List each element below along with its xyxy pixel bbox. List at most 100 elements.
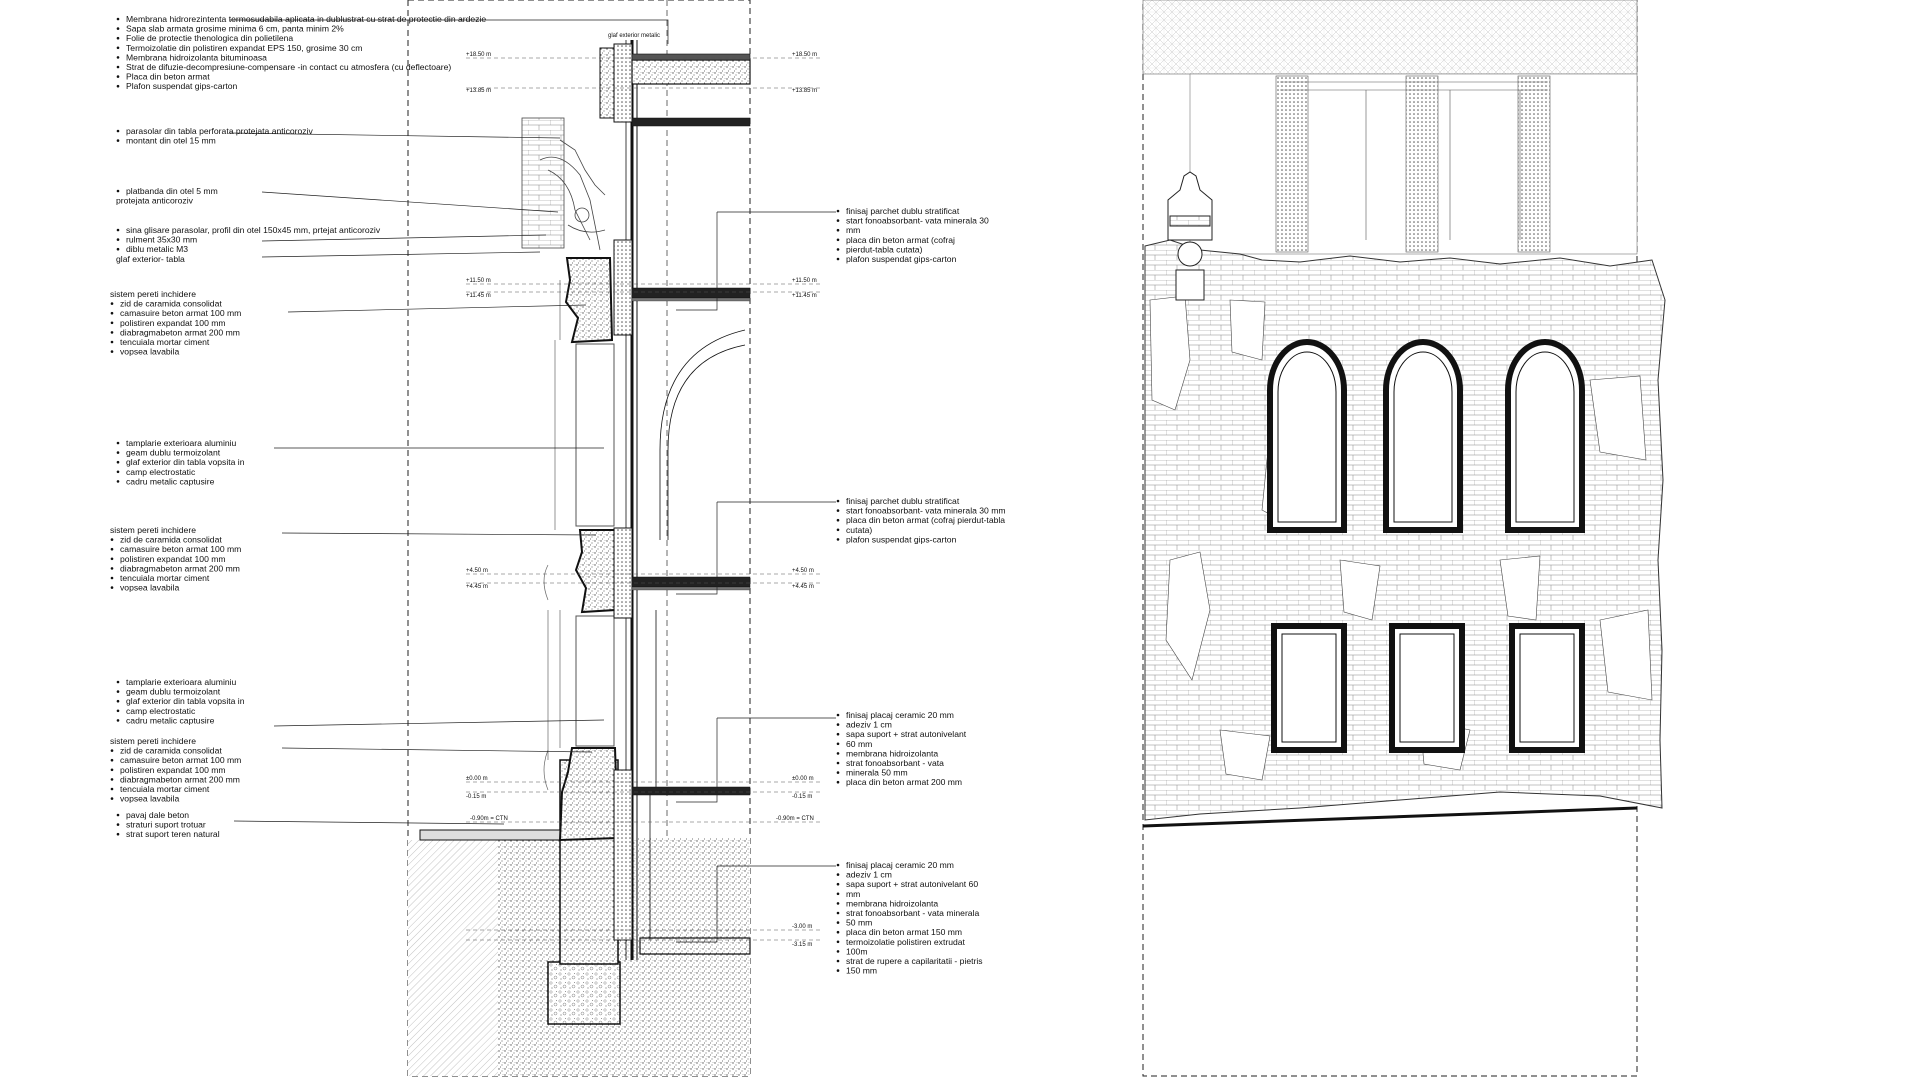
bullet-dot [116, 460, 120, 464]
window-frame-lower [575, 615, 615, 747]
right-annotation-line: finisaj placaj ceramic 20 mm [846, 710, 954, 720]
left-annotation-line: geam dublu termoizolant [126, 687, 221, 697]
bullet-dot [116, 27, 120, 30]
left-annotation-line: camp electrostatic [126, 706, 196, 716]
bullet-dot [836, 238, 840, 242]
level-markers [466, 57, 820, 941]
left-annotation-line: parasolar din tabla perforata protejata … [126, 126, 313, 136]
left-annotation-line: zid de caramida consolidat [120, 746, 222, 756]
left-annotation-line: straturi suport trotuar [126, 820, 206, 830]
left-annotation-line: polistiren expandat 100 mm [120, 554, 226, 564]
bullet-dot [836, 257, 840, 261]
architectural-drawing-sheet: +18.50 m +13.85 m +18.50 m +13.85 m +11.… [110, 0, 1666, 1077]
level-label: +18.50 m [792, 52, 817, 58]
wall-middle [574, 529, 616, 614]
bullet-dot [836, 713, 840, 717]
bullet-dot [116, 480, 120, 483]
left-annotation-line: Folie de protectie thenologica din polie… [126, 33, 293, 43]
bullet-dot [836, 921, 840, 924]
bullet-dot [836, 209, 840, 213]
slab-level-4 [631, 576, 751, 588]
right-annotation-line: placa din beton armat 200 mm [846, 777, 962, 787]
left-annotation-line: tamplarie exterioara aluminiu [126, 438, 237, 448]
foundation-footing [547, 961, 621, 1025]
bullet-dot [110, 787, 114, 791]
bullet-dot [116, 238, 120, 241]
floor-slabs [631, 53, 751, 796]
right-annotation-line: finisaj placaj ceramic 20 mm [846, 860, 954, 870]
left-annotation-line: strat suport teren natural [126, 829, 220, 839]
bullet-dot [836, 771, 840, 774]
left-annotation-line: tencuiala mortar ciment [120, 573, 210, 583]
bullet-dot [836, 873, 840, 876]
bullet-dot [116, 690, 120, 693]
bullet-dot [110, 778, 114, 781]
level-label: +4.45 m [466, 584, 488, 590]
bullet-dot [116, 823, 120, 826]
left-annotations: Membrana hidrorezintenta termosudabila a… [110, 14, 486, 839]
left-annotation-line: Membrana hidroizolanta bituminoasa [126, 52, 267, 62]
left-annotation-line: Sapa slab armata grosime minima 6 cm, pa… [126, 24, 344, 34]
right-annotation-line: start fonoabsorbant- vata minerala 30 mm [846, 506, 1006, 516]
right-annotation-line: sapa suport + strat autonivelant 60 [846, 879, 978, 889]
bullet-dot [110, 797, 114, 800]
right-annotation-line: termoizolatie polistiren extrudat [846, 937, 966, 947]
right-annotation-line: strat de rupere a capilaritatii - pietri… [846, 956, 983, 966]
level-labels: +18.50 m +13.85 m +18.50 m +13.85 m +11.… [466, 33, 817, 948]
bullet-dot [110, 340, 114, 344]
level-label: ±0.00 m [792, 776, 814, 782]
left-annotation-line: vopsea lavabila [120, 583, 179, 593]
left-annotation-line: camp electrostatic [126, 467, 196, 477]
left-annotation-line: cadru metalic captusire [126, 715, 215, 725]
right-annotation-line: 50 mm [846, 918, 872, 928]
level-label: -3.00 m [792, 924, 812, 930]
bullet-dot [116, 470, 120, 474]
wall-lower [558, 747, 620, 842]
window-lower-center [1389, 623, 1465, 753]
bullet-dot [836, 761, 840, 765]
level-label: +11.45 m [466, 293, 491, 299]
bullet-dot [836, 959, 840, 963]
left-annotation-line: protejata anticoroziv [116, 196, 194, 206]
arched-window-center [1383, 339, 1463, 533]
level-label: +4.50 m [792, 568, 814, 574]
bullet-dot [836, 892, 840, 896]
right-annotation-line: 150 mm [846, 966, 877, 976]
bullet-dot [836, 528, 840, 532]
bullet-dot [836, 902, 840, 905]
left-annotation-line: Placa din beton armat [126, 72, 210, 82]
right-annotation-line: strat fonoabsorbant - vata [846, 758, 944, 768]
basement-slab [639, 937, 751, 955]
bullet-dot [836, 228, 840, 232]
right-annotation-line: placa din beton armat (cofraj [846, 235, 955, 245]
bullet-dot [836, 969, 840, 972]
bullet-dot [116, 75, 120, 78]
bullet-dot [110, 547, 114, 551]
left-annotation-line: camasuire beton armat 100 mm [120, 755, 241, 765]
right-annotation-line: plafon suspendat gips-carton [846, 534, 957, 544]
left-annotation-line: vopsea lavabila [120, 347, 179, 357]
level-label: +4.45 m [792, 584, 814, 590]
bullet-dot [116, 247, 120, 251]
bullet-dot [116, 813, 120, 817]
right-annotation-line: 60 mm [846, 739, 872, 749]
left-annotation-line: geam dublu termoizolant [126, 448, 221, 458]
arched-windows [1267, 339, 1585, 533]
level-label: +13.85 m [792, 88, 817, 94]
bullet-dot [836, 518, 840, 522]
pavement [419, 829, 561, 841]
bullet-dot [116, 36, 120, 40]
left-annotation-line: vopsea lavabila [120, 794, 179, 804]
bullet-dot [110, 567, 114, 570]
bullet-dot [116, 719, 120, 722]
bullet-dot [110, 350, 114, 353]
facade-elevation-drawing [1142, 0, 1666, 1077]
level-label: +11.45 m [792, 293, 817, 299]
left-annotation-line: sistem pereti inchidere [110, 289, 196, 299]
bullet-dot [116, 441, 120, 445]
window-lower-right [1509, 623, 1585, 753]
bullet-dot [116, 84, 120, 88]
bullet-dot [110, 576, 114, 580]
bullet-dot [116, 129, 120, 133]
left-annotation-line: tencuiala mortar ciment [120, 784, 210, 794]
